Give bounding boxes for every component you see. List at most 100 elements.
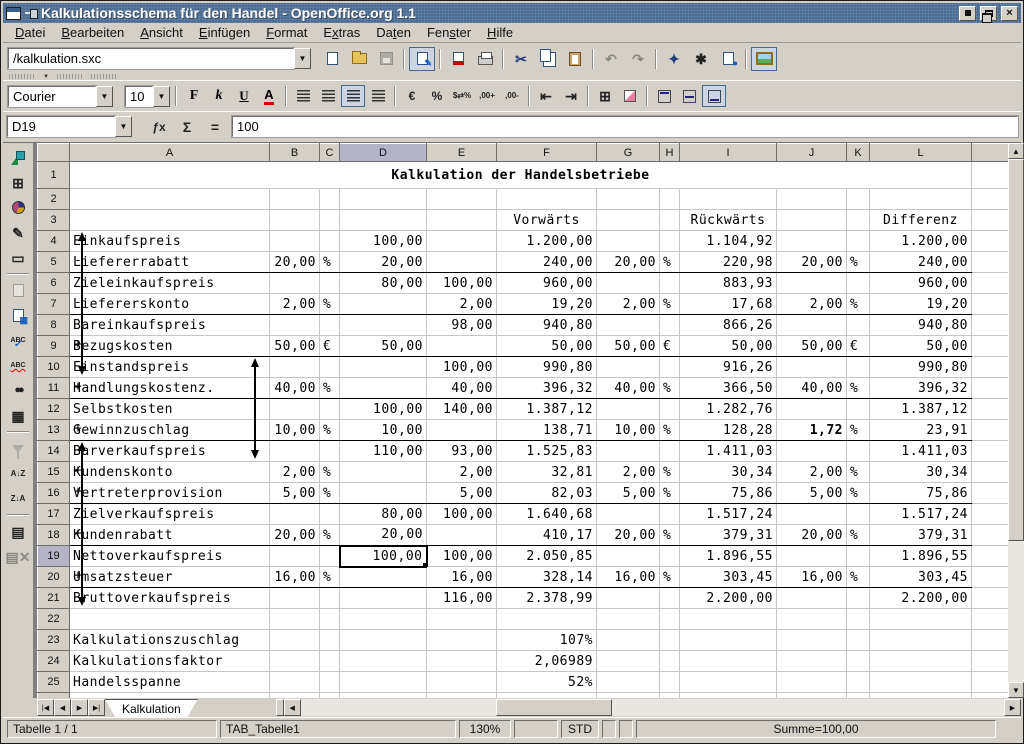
undo-button[interactable]: ↶	[598, 47, 624, 71]
cell-A7[interactable]: -Liefererskonto	[70, 294, 270, 315]
cell-C24[interactable]	[320, 651, 340, 672]
form-controls-button[interactable]: ▭	[5, 245, 31, 270]
cell-H7[interactable]: %	[660, 294, 680, 315]
cell-D24[interactable]	[340, 651, 427, 672]
navigator-button[interactable]: ✦	[661, 47, 687, 71]
cell-K18[interactable]: %	[847, 525, 870, 546]
vertical-scrollbar[interactable]: ▲ ▼	[1008, 143, 1024, 698]
cell-C22[interactable]	[320, 609, 340, 630]
cell-E4[interactable]	[427, 231, 497, 252]
align-justify-button[interactable]	[366, 85, 390, 107]
cell-H15[interactable]: %	[660, 462, 680, 483]
cell-H13[interactable]: %	[660, 420, 680, 441]
font-name-combobox[interactable]: Courier ▼	[8, 86, 113, 107]
cell-K8[interactable]	[847, 315, 870, 336]
cell-beyond-9[interactable]	[972, 336, 1009, 357]
cell-D12[interactable]: 100,00	[340, 399, 427, 420]
cell-F20[interactable]: 328,14	[497, 567, 597, 588]
cell-D23[interactable]	[340, 630, 427, 651]
insert-button[interactable]	[5, 145, 31, 170]
cell-F14[interactable]: 1.525,83	[497, 441, 597, 462]
cell-L6[interactable]: 960,00	[870, 273, 972, 294]
cell-L5[interactable]: 240,00	[870, 252, 972, 273]
cell-G14[interactable]	[597, 441, 660, 462]
cell-B13[interactable]: 10,00	[270, 420, 320, 441]
cell-L2[interactable]	[870, 189, 972, 210]
cell-C3[interactable]	[320, 210, 340, 231]
cell-H17[interactable]	[660, 504, 680, 525]
cell-C13[interactable]: %	[320, 420, 340, 441]
cell-G16[interactable]: 5,00	[597, 483, 660, 504]
cell-H8[interactable]	[660, 315, 680, 336]
cell-G18[interactable]: 20,00	[597, 525, 660, 546]
italic-button[interactable]: k	[207, 85, 231, 107]
align-top-button[interactable]	[652, 85, 676, 107]
cell-H10[interactable]	[660, 357, 680, 378]
cell-F23[interactable]: 107%	[497, 630, 597, 651]
cell-G7[interactable]: 2,00	[597, 294, 660, 315]
cell-C8[interactable]	[320, 315, 340, 336]
column-header-B[interactable]: B	[270, 144, 320, 162]
maximize-button[interactable]	[980, 6, 997, 21]
insert-cells-button[interactable]: ⊞	[5, 170, 31, 195]
cell-G4[interactable]	[597, 231, 660, 252]
cell-beyond-12[interactable]	[972, 399, 1009, 420]
row-header-6[interactable]: 6	[38, 273, 70, 294]
cell-F16[interactable]: 82,03	[497, 483, 597, 504]
cell-L22[interactable]	[870, 609, 972, 630]
cut-button[interactable]: ✂	[508, 47, 534, 71]
menu-hilfe[interactable]: Hilfe	[479, 23, 521, 42]
cell-F21[interactable]: 2.378,99	[497, 588, 597, 609]
menu-bearbeiten[interactable]: Bearbeiten	[53, 23, 132, 42]
cell-C16[interactable]: %	[320, 483, 340, 504]
cell-E23[interactable]	[427, 630, 497, 651]
cell-beyond-13[interactable]	[972, 420, 1009, 441]
cell-L4[interactable]: 1.200,00	[870, 231, 972, 252]
cell-H6[interactable]	[660, 273, 680, 294]
cell-D6[interactable]: 80,00	[340, 273, 427, 294]
cell-beyond-21[interactable]	[972, 588, 1009, 609]
hscroll-right-icon[interactable]: ▶	[1004, 699, 1021, 716]
cell-E13[interactable]	[427, 420, 497, 441]
cell-H18[interactable]: %	[660, 525, 680, 546]
cell-J18[interactable]: 20,00	[777, 525, 847, 546]
cell-B20[interactable]: 16,00	[270, 567, 320, 588]
cell-J11[interactable]: 40,00	[777, 378, 847, 399]
cell-C6[interactable]	[320, 273, 340, 294]
number-percent-button[interactable]: %	[425, 85, 449, 107]
cell-I25[interactable]	[680, 672, 777, 693]
cell-C9[interactable]: €	[320, 336, 340, 357]
cell-B25[interactable]	[270, 672, 320, 693]
cell-E9[interactable]	[427, 336, 497, 357]
function-wizard-button[interactable]: ƒx	[146, 115, 172, 139]
cell-D14[interactable]: 110,00	[340, 441, 427, 462]
cell-beyond-8[interactable]	[972, 315, 1009, 336]
select-all-corner[interactable]	[38, 144, 70, 162]
cell-C12[interactable]	[320, 399, 340, 420]
cell-beyond-10[interactable]	[972, 357, 1009, 378]
cell-L9[interactable]: 50,00	[870, 336, 972, 357]
cell-D8[interactable]	[340, 315, 427, 336]
cell-E21[interactable]: 116,00	[427, 588, 497, 609]
cell-E19[interactable]: 100,00	[427, 546, 497, 567]
cell-H2[interactable]	[660, 189, 680, 210]
cell-L15[interactable]: 30,34	[870, 462, 972, 483]
cell-C19[interactable]	[320, 546, 340, 567]
cell-I12[interactable]: 1.282,76	[680, 399, 777, 420]
cell-A8[interactable]: Bareinkaufspreis	[70, 315, 270, 336]
sort-descending-button[interactable]: Z↓A	[5, 486, 31, 511]
menu-format[interactable]: Format	[258, 23, 315, 42]
cell-K15[interactable]: %	[847, 462, 870, 483]
align-left-button[interactable]	[291, 85, 315, 107]
cell-J21[interactable]	[777, 588, 847, 609]
cell-A18[interactable]: +Kundenrabatt	[70, 525, 270, 546]
column-header-C[interactable]: C	[320, 144, 340, 162]
cell-beyond-5[interactable]	[972, 252, 1009, 273]
cell-C2[interactable]	[320, 189, 340, 210]
scroll-up-icon[interactable]: ▲	[1008, 143, 1024, 159]
cell-H14[interactable]	[660, 441, 680, 462]
last-sheet-button[interactable]: ▶|	[88, 699, 105, 716]
cell-A25[interactable]: Handelsspanne	[70, 672, 270, 693]
cell-C10[interactable]	[320, 357, 340, 378]
row-header-10[interactable]: 10	[38, 357, 70, 378]
